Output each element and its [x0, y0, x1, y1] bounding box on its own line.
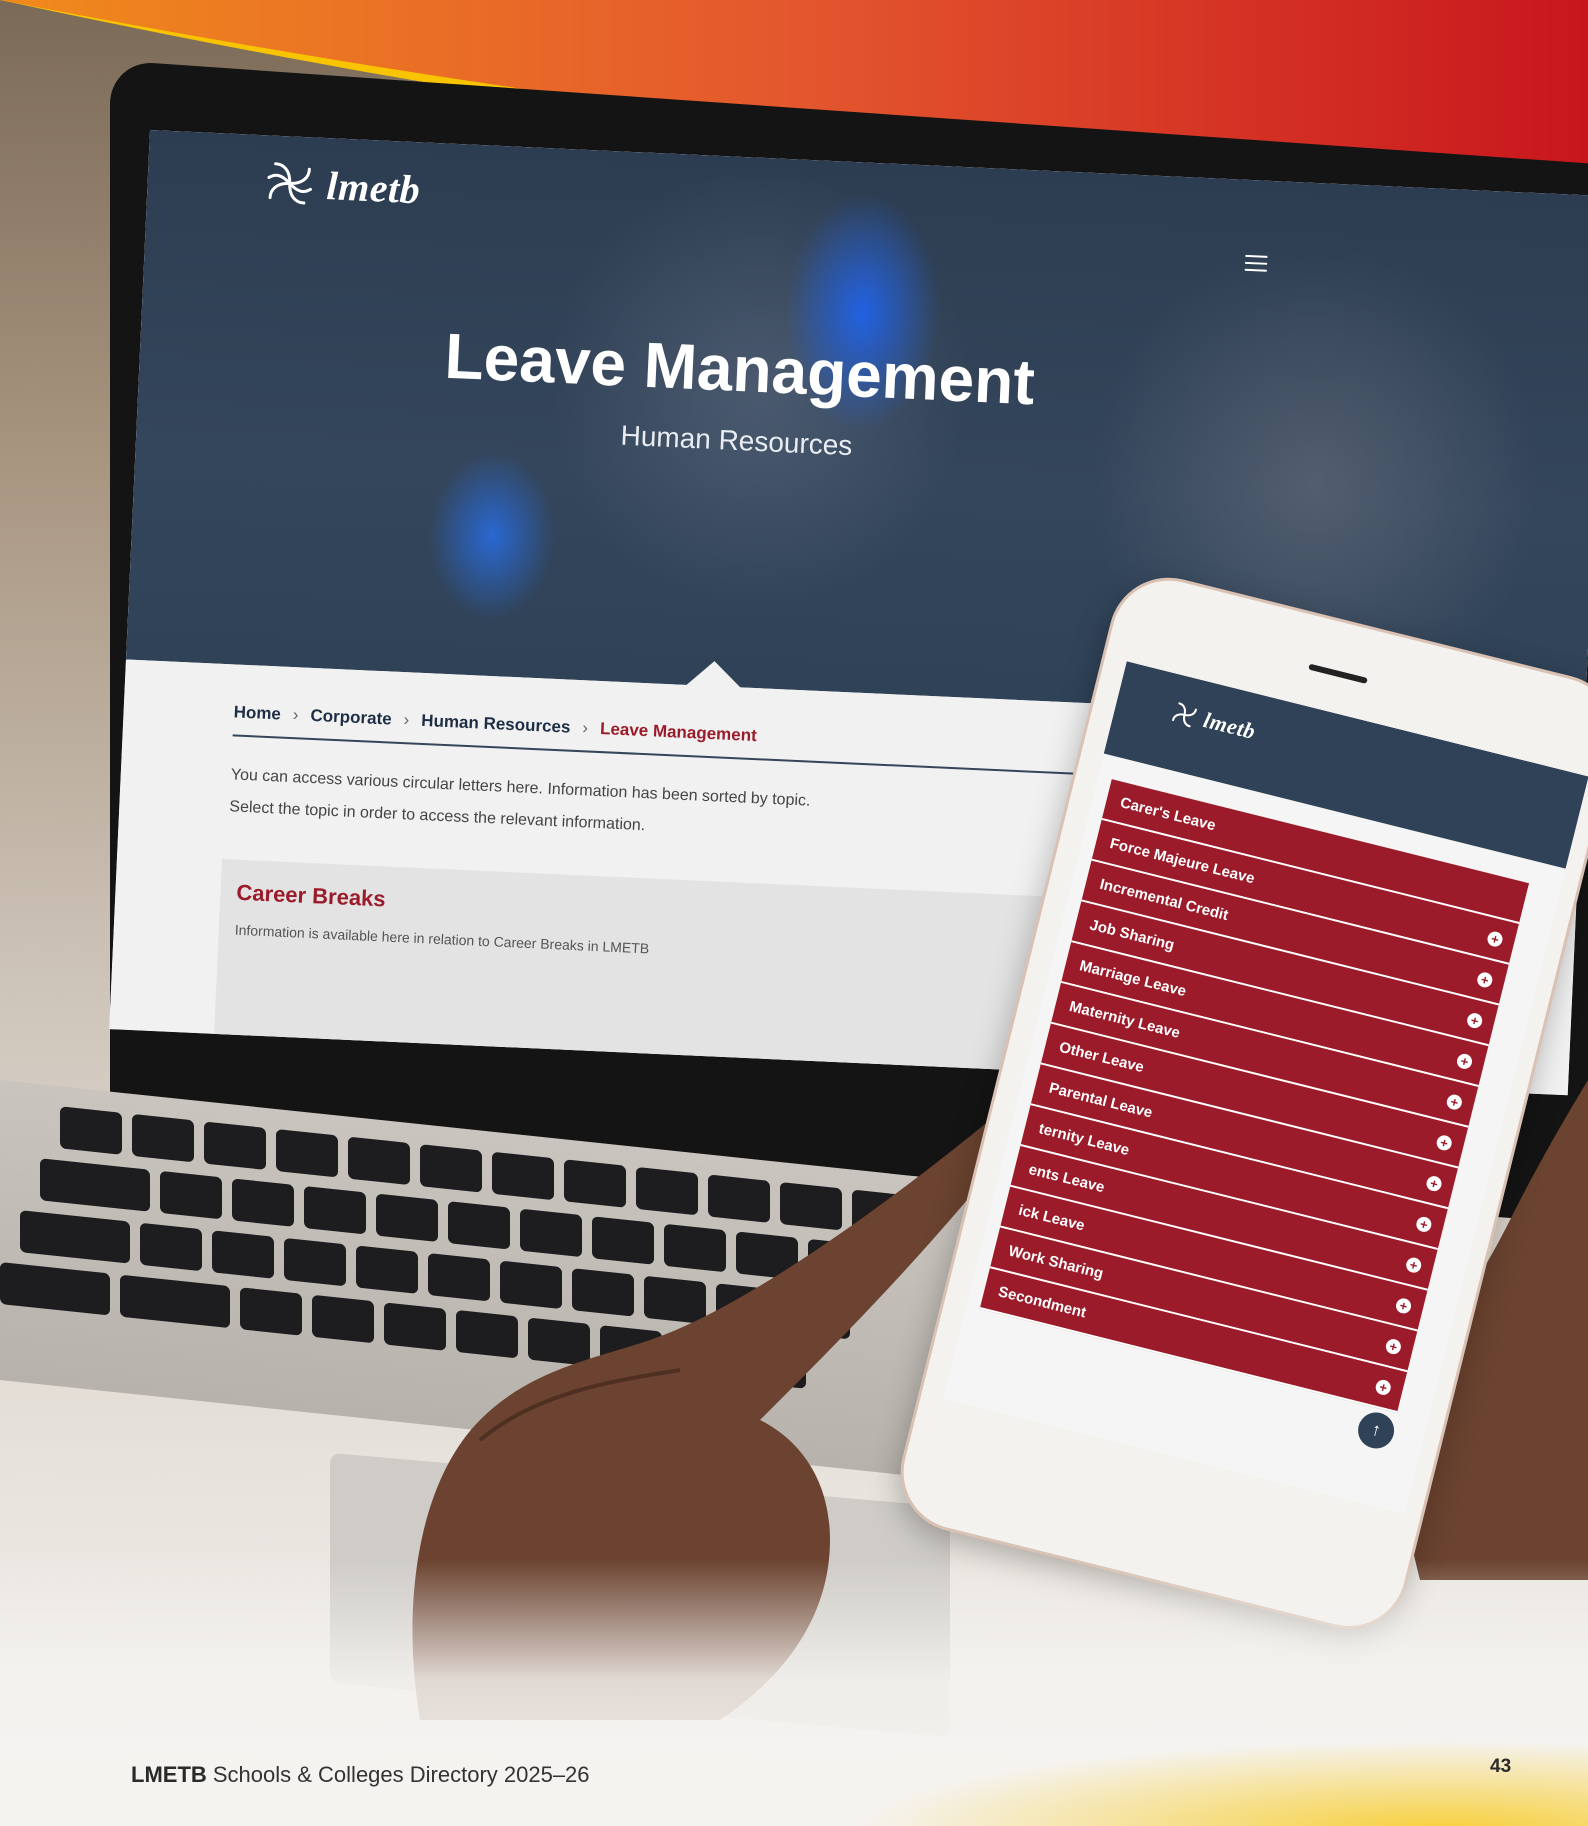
key [40, 1158, 150, 1212]
plus-icon[interactable]: + [1404, 1256, 1423, 1275]
plus-icon[interactable]: + [1455, 1052, 1474, 1071]
key [60, 1106, 122, 1155]
breadcrumb-human-resources[interactable]: Human Resources [421, 711, 571, 738]
chevron-right-icon: › [581, 718, 589, 738]
list-item-label: Job Sharing [1088, 915, 1177, 954]
plus-icon[interactable]: + [1374, 1378, 1393, 1397]
plus-icon[interactable]: + [1414, 1215, 1433, 1234]
swirl-logo-icon [267, 162, 312, 205]
site-logo[interactable]: lmetb [262, 155, 422, 216]
footer-directory-title: Schools & Colleges Directory 2025–26 [206, 1762, 590, 1787]
list-item-label: ents Leave [1027, 1160, 1107, 1196]
plus-icon[interactable]: + [1384, 1337, 1403, 1356]
list-item-label: ick Leave [1016, 1201, 1087, 1235]
swirl-logo-icon [1172, 702, 1197, 728]
phone-logo[interactable]: lmetb [1168, 698, 1259, 746]
key [160, 1170, 222, 1220]
page-number: 43 [1490, 1756, 1512, 1777]
arrow-up-icon[interactable]: ↑ [1354, 1408, 1398, 1453]
breadcrumb-corporate[interactable]: Corporate [310, 706, 392, 730]
breadcrumb-current: Leave Management [599, 719, 758, 746]
key [284, 1237, 346, 1287]
plus-icon[interactable]: + [1465, 1011, 1484, 1030]
card-title[interactable]: Career Breaks [236, 880, 386, 913]
key [120, 1274, 230, 1329]
bottom-glow [850, 1740, 1588, 1826]
key [204, 1121, 266, 1170]
key [276, 1129, 338, 1178]
key [304, 1185, 366, 1235]
footer-brand: LMETB [131, 1762, 207, 1787]
key [20, 1210, 130, 1264]
plus-icon[interactable]: + [1424, 1174, 1444, 1193]
plus-icon[interactable]: + [1485, 930, 1505, 949]
phone-speaker [1308, 663, 1368, 684]
key [140, 1222, 202, 1272]
leave-topic-list: Carer's Leave Force Majeure Leave + Incre… [979, 779, 1530, 1413]
list-item-label: Other Leave [1057, 1038, 1146, 1076]
key [240, 1287, 302, 1336]
plus-icon[interactable]: + [1445, 1093, 1464, 1112]
menu-icon[interactable] [1244, 254, 1268, 272]
chevron-right-icon: › [403, 710, 410, 730]
footer-title: LMETB Schools & Colleges Directory 2025–… [131, 1762, 590, 1788]
breadcrumb-home[interactable]: Home [233, 702, 281, 724]
plus-icon[interactable]: + [1394, 1296, 1413, 1315]
intro-text: You can access various circular letters … [229, 759, 1131, 864]
plus-icon[interactable]: + [1435, 1133, 1454, 1152]
hero-notch [685, 659, 743, 689]
logo-text: lmetb [325, 162, 422, 212]
list-item-label: Secondment [996, 1282, 1089, 1322]
chevron-right-icon: › [292, 705, 299, 725]
phone-logo-text: lmetb [1201, 707, 1259, 745]
key [132, 1113, 194, 1163]
plus-icon[interactable]: + [1475, 970, 1494, 989]
card-text: Information is available here in relatio… [234, 921, 650, 957]
key [0, 1262, 110, 1316]
key [212, 1230, 274, 1279]
key [232, 1178, 294, 1227]
